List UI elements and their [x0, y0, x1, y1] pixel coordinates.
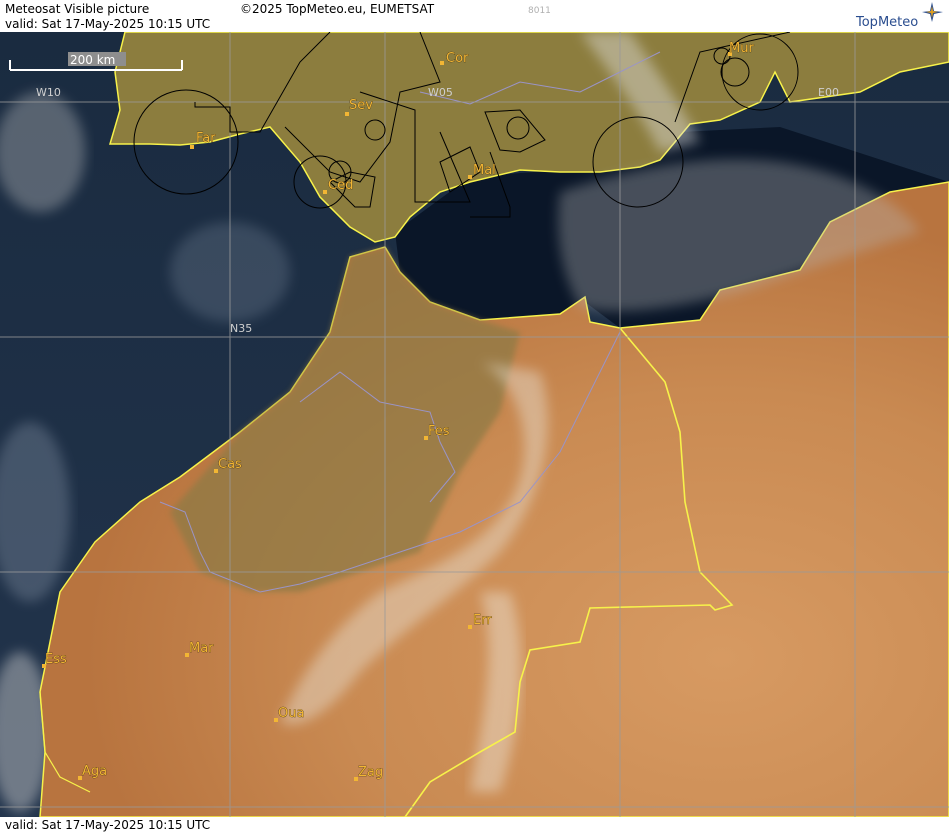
grid-label-n35: N35 [230, 322, 252, 335]
topmeteo-logo-icon [922, 2, 943, 22]
city-label-err[interactable]: Err [473, 613, 493, 629]
city-label-far[interactable]: Far [196, 131, 217, 147]
city-label-aga[interactable]: Aga [82, 764, 108, 780]
city-label-cas[interactable]: Cas [218, 457, 243, 473]
city-label-fes[interactable]: Fes [428, 424, 450, 440]
map-header: Meteosat Visible picture valid: Sat 17-M… [0, 0, 949, 32]
city-label-zag[interactable]: Zag [358, 765, 384, 781]
scale-bar-label: 200 km [70, 53, 115, 67]
copyright-text: ©2025 TopMeteo.eu, EUMETSAT [240, 2, 435, 16]
city-label-cor[interactable]: Cor [446, 51, 470, 67]
topmeteo-logo-text: TopMeteo [856, 15, 919, 30]
footer-valid-time: valid: Sat 17-May-2025 10:15 UTC [5, 818, 211, 832]
grid-label-e00: E00 [818, 86, 839, 99]
map-footer: valid: Sat 17-May-2025 10:15 UTC [0, 817, 949, 832]
image-code: 8011 [528, 6, 551, 16]
city-label-mal[interactable]: Mal [473, 163, 496, 179]
city-label-ess[interactable]: Ess [45, 652, 68, 668]
city-label-oua[interactable]: Oua [278, 706, 305, 722]
city-label-mar[interactable]: Mar [189, 641, 215, 657]
city-label-mur[interactable]: Mur [729, 41, 755, 57]
grid-label-w10: W10 [36, 86, 61, 99]
valid-time: valid: Sat 17-May-2025 10:15 UTC [5, 17, 211, 31]
city-label-sev[interactable]: Sev [349, 98, 374, 114]
grid-label-w05: W05 [428, 86, 453, 99]
map-title: Meteosat Visible picture [5, 2, 150, 16]
city-label-ced[interactable]: Ced [328, 178, 354, 194]
satellite-map[interactable]: 200 km W10 W05 E00 N35 Cor Mur Sev Far C… [0, 32, 949, 817]
